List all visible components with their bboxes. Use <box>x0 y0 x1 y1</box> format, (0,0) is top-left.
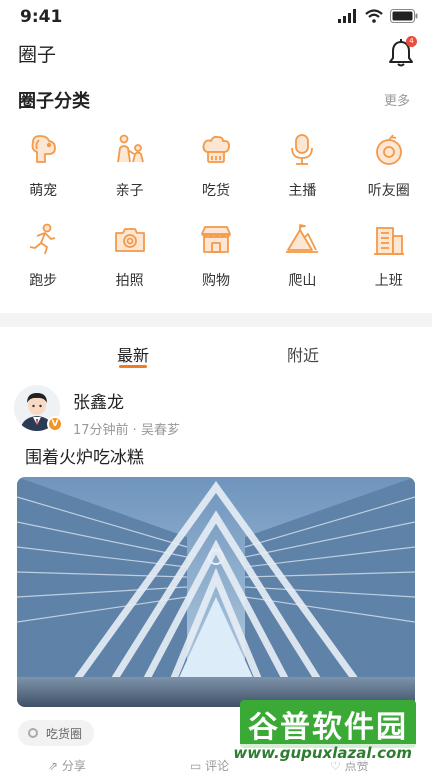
category-running[interactable]: 跑步 <box>0 218 86 308</box>
wifi-icon <box>365 9 383 23</box>
watermark: 谷普软件园 www.gupuxlazal.com <box>224 700 424 766</box>
tab-latest[interactable]: 最新 <box>117 342 149 366</box>
pet-dog-icon <box>31 135 57 163</box>
category-pet[interactable]: 萌宠 <box>0 128 86 218</box>
comment-icon: ▭ <box>190 759 206 773</box>
post-author[interactable]: 张鑫龙 <box>73 388 124 413</box>
tab-active-indicator <box>119 365 147 368</box>
category-label: 购物 <box>201 273 230 289</box>
category-label: 跑步 <box>29 273 58 289</box>
category-label: 亲子 <box>115 183 144 199</box>
category-label: 听友圈 <box>367 183 410 199</box>
category-streamer[interactable]: 主播 <box>259 128 345 218</box>
status-icons <box>338 9 418 23</box>
watermark-name: 谷普软件园 <box>240 700 416 748</box>
page-title: 圈子 <box>18 44 57 66</box>
category-label: 爬山 <box>288 273 317 289</box>
category-listeners[interactable]: 听友圈 <box>346 128 432 218</box>
section-title-categories: 圈子分类 <box>18 91 90 112</box>
tab-nearby[interactable]: 附近 <box>287 342 319 366</box>
share-button[interactable]: ⇗ 分享 <box>48 757 86 774</box>
post-image[interactable] <box>17 477 415 707</box>
category-photo[interactable]: 拍照 <box>86 218 172 308</box>
post-meta: 17分钟前 · 吴春芗 <box>73 423 180 438</box>
category-label: 吃货 <box>201 183 230 199</box>
shop-icon <box>201 226 231 253</box>
category-work[interactable]: 上班 <box>346 218 432 308</box>
office-building-icon <box>373 227 404 255</box>
camera-icon <box>114 228 145 252</box>
tag-circle-icon <box>28 728 38 738</box>
category-foodie[interactable]: 吃货 <box>173 128 259 218</box>
post-tag[interactable]: 吃货圈 <box>18 720 95 746</box>
share-icon: ⇗ <box>48 759 62 773</box>
battery-icon <box>390 9 418 23</box>
share-label: 分享 <box>61 759 86 773</box>
signal-icon <box>338 9 356 23</box>
running-icon <box>30 223 56 255</box>
headphone-circle-icon <box>375 134 402 165</box>
post-tag-label: 吃货圈 <box>46 726 83 741</box>
parent-child-icon <box>116 134 144 163</box>
chef-hat-icon <box>202 135 230 163</box>
notification-button[interactable]: 4 <box>388 36 417 68</box>
status-bar: 9:41 <box>0 0 432 34</box>
category-label: 拍照 <box>115 273 144 289</box>
status-time: 9:41 <box>20 7 63 27</box>
post-title[interactable]: 围着火炉吃冰糕 <box>25 443 144 468</box>
more-link[interactable]: 更多 <box>384 90 410 109</box>
watermark-url: www.gupuxlazal.com <box>229 744 416 762</box>
category-label: 上班 <box>374 273 403 289</box>
notification-badge: 4 <box>406 36 417 47</box>
category-grid: 萌宠 亲子 吃货 主播 听友圈 跑步 拍照 购物 爬山 上班 <box>0 128 432 308</box>
category-hiking[interactable]: 爬山 <box>259 218 345 308</box>
microphone-icon <box>291 134 314 165</box>
category-parent-child[interactable]: 亲子 <box>86 128 172 218</box>
corridor-photo <box>17 477 415 707</box>
category-label: 萌宠 <box>29 183 58 199</box>
section-divider <box>0 313 432 327</box>
feed-tabs: 最新 附近 <box>0 340 432 370</box>
category-shopping[interactable]: 购物 <box>173 218 259 308</box>
verified-badge: V <box>47 416 63 432</box>
mountain-icon <box>286 224 319 253</box>
category-label: 主播 <box>288 183 317 199</box>
